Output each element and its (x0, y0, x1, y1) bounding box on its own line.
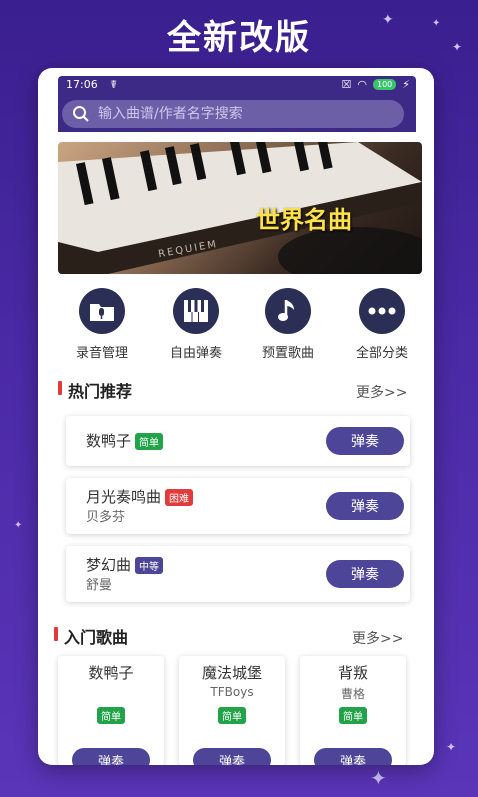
beginner-section-title: 入门歌曲 (54, 624, 128, 648)
search-input[interactable] (98, 106, 378, 122)
song-artist: 曹格 (340, 687, 365, 701)
beginner-song-card[interactable]: 背叛 曹格 简单 弹奏 (300, 656, 406, 765)
difficulty-tag: 简单 (135, 433, 164, 450)
difficulty-tag-row: 简单 (179, 705, 285, 724)
song-artist: 贝多芬 (86, 510, 126, 525)
difficulty-tag-row: 简单 (300, 705, 406, 724)
play-button[interactable]: 弹奏 (314, 748, 392, 765)
status-icons: ☒ ◠ 100 ⚡ (342, 78, 411, 91)
wifi-icon: ◠ (357, 78, 367, 91)
sparkle-decoration: ✦ (14, 520, 23, 531)
keyboard-illustration (58, 142, 422, 274)
charging-icon: ⚡ (402, 78, 410, 91)
beginner-more-link[interactable]: 更多>> (352, 628, 403, 648)
play-button[interactable]: 弹奏 (193, 748, 271, 765)
song-artist: 舒曼 (86, 578, 113, 593)
beginner-song-card[interactable]: 魔法城堡 TFBoys 简单 弹奏 (179, 656, 285, 765)
song-title-row: 梦幻曲 中等 (86, 554, 164, 575)
hot-song-card[interactable]: 数鸭子 简单 弹奏 (66, 416, 410, 466)
song-artist: TFBoys (210, 685, 254, 699)
song-artist (58, 685, 164, 699)
category-all[interactable]: 全部分类 (342, 288, 422, 361)
song-title: 梦幻曲 (86, 556, 132, 574)
status-time: 17:06 (66, 78, 98, 91)
difficulty-tag: 中等 (135, 557, 164, 574)
search-bar[interactable] (62, 100, 404, 128)
difficulty-tag-row: 简单 (58, 705, 164, 724)
piano-keys-icon (173, 288, 219, 334)
hot-section-title: 热门推荐 (58, 378, 132, 402)
category-label: 录音管理 (75, 346, 128, 361)
hot-song-card[interactable]: 梦幻曲 中等 舒曼 弹奏 (66, 546, 410, 602)
app-header: 17:06 ☤ ☒ ◠ 100 ⚡ (58, 76, 416, 132)
play-button[interactable]: 弹奏 (72, 748, 150, 765)
song-title: 数鸭子 (88, 664, 134, 682)
difficulty-tag: 困难 (165, 489, 194, 506)
notification-icon: ☤ (110, 78, 118, 91)
more-dots-icon (359, 288, 405, 334)
folder-mic-icon (79, 288, 125, 334)
hot-more-link[interactable]: 更多>> (356, 382, 407, 402)
promo-headline: 全新改版 (167, 18, 311, 58)
category-label: 全部分类 (355, 346, 408, 361)
difficulty-tag: 简单 (339, 707, 367, 724)
sparkle-decoration: ✦ (446, 740, 457, 754)
banner-carousel[interactable]: REQUIEM 世界名曲 (58, 142, 422, 274)
play-button[interactable]: 弹奏 (326, 492, 404, 520)
battery-icon: 100 (372, 79, 397, 90)
play-button[interactable]: 弹奏 (326, 560, 404, 588)
music-note-icon (265, 288, 311, 334)
search-icon (73, 106, 89, 122)
sparkle-decoration: ✦ (370, 766, 387, 790)
song-title-row: 月光奏鸣曲 困难 (86, 486, 194, 507)
category-label: 自由弹奏 (169, 346, 222, 361)
category-recording[interactable]: 录音管理 (62, 288, 142, 361)
category-row: 录音管理 自由弹奏 预置歌曲 全部分类 (58, 288, 422, 368)
banner-title: 世界名曲 (256, 206, 352, 234)
song-title: 魔法城堡 (201, 664, 262, 682)
song-title: 月光奏鸣曲 (86, 488, 162, 506)
song-title: 数鸭子 (86, 432, 132, 450)
difficulty-tag: 简单 (218, 707, 246, 724)
category-free-play[interactable]: 自由弹奏 (156, 288, 236, 361)
phone-screen: 17:06 ☤ ☒ ◠ 100 ⚡ 输入曲谱/作者名字搜索 REQUIEM 世界… (38, 68, 434, 765)
category-preset-songs[interactable]: 预置歌曲 (248, 288, 328, 361)
difficulty-tag: 简单 (97, 707, 125, 724)
beginner-song-card[interactable]: 数鸭子 简单 弹奏 (58, 656, 164, 765)
sim-icon: ☒ (341, 78, 352, 91)
song-title: 背叛 (337, 664, 368, 682)
status-bar: 17:06 ☤ ☒ ◠ 100 ⚡ (58, 76, 416, 94)
play-button[interactable]: 弹奏 (326, 427, 404, 455)
hot-song-card[interactable]: 月光奏鸣曲 困难 贝多芬 弹奏 (66, 478, 410, 534)
category-label: 预置歌曲 (261, 346, 314, 361)
song-title-row: 数鸭子 简单 (86, 430, 164, 451)
